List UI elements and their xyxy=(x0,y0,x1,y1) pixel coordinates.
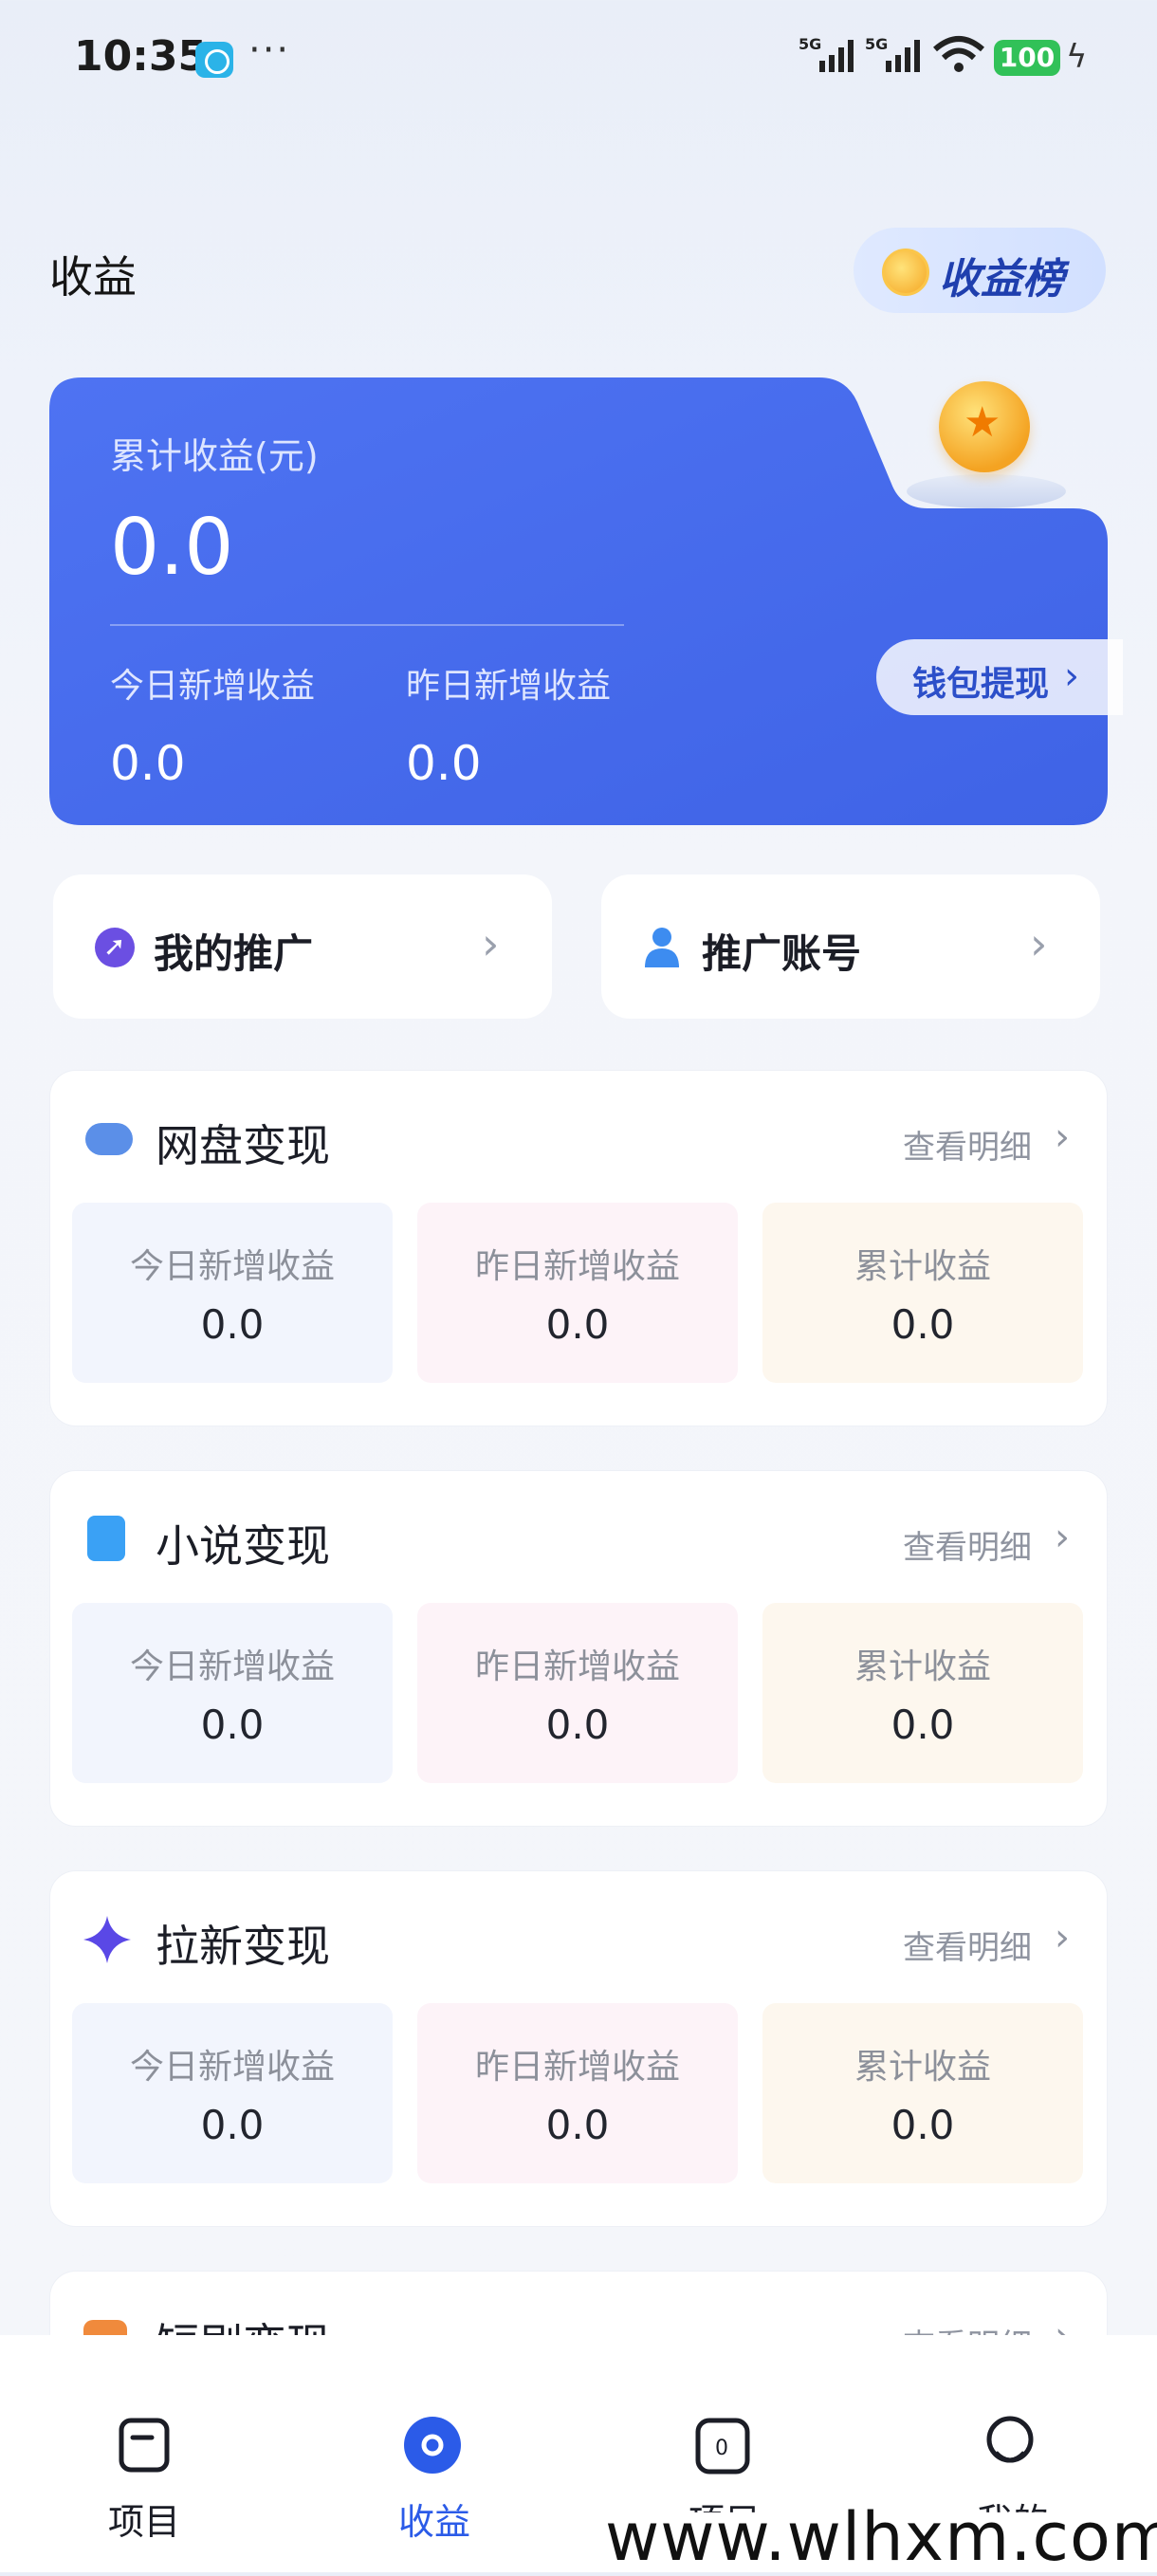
today-label: 今日新增收益 xyxy=(129,1647,335,1686)
yesterday-label: 昨日新增收益 xyxy=(474,2048,680,2087)
view-details-link[interactable]: 查看明细 xyxy=(903,1922,1032,1968)
chevron-right-icon: › xyxy=(1055,1916,1070,1960)
today-value: 0.0 xyxy=(200,1702,265,1748)
nav-projects-label[interactable]: 项目 xyxy=(108,2493,180,2545)
total-label: 累计收益 xyxy=(854,1247,991,1286)
cellular-signal-icon-2: 5G xyxy=(865,35,920,72)
today-earnings-value: 0.0 xyxy=(110,736,186,791)
net-label-2: 5G xyxy=(865,35,888,53)
total-label: 累计收益 xyxy=(854,2048,991,2087)
total-label: 累计收益 xyxy=(854,1647,991,1686)
section-title: 拉新变现 xyxy=(156,1921,330,1972)
chevron-right-icon: › xyxy=(1055,1516,1070,1559)
projects-icon[interactable] xyxy=(118,2417,171,2474)
yesterday-value: 0.0 xyxy=(545,2102,610,2148)
section-title: 网盘变现 xyxy=(156,1120,330,1171)
watermark: www.wlhxm.com xyxy=(605,2498,1157,2576)
view-details-link[interactable]: 查看明细 xyxy=(903,1521,1032,1568)
today-earnings-tile xyxy=(72,1203,393,1383)
total-earnings-tile xyxy=(762,1203,1083,1383)
more-notifications-icon: ··· xyxy=(248,28,291,72)
yesterday-earnings-value: 0.0 xyxy=(406,736,482,791)
cumulative-earnings-label: 累计收益(元) xyxy=(110,435,319,477)
nav-earnings-label[interactable]: 收益 xyxy=(398,2493,470,2545)
yesterday-label: 昨日新增收益 xyxy=(474,1247,680,1286)
user-icon xyxy=(645,928,679,967)
book-icon xyxy=(87,1516,125,1561)
earnings-ranking-label: 收益榜 xyxy=(939,255,1064,304)
coin-pedestal xyxy=(907,474,1066,508)
svg-text:0: 0 xyxy=(715,2437,728,2460)
yesterday-earnings-label: 昨日新增收益 xyxy=(406,667,612,706)
profile-icon[interactable] xyxy=(981,2415,1039,2481)
yesterday-earnings-tile xyxy=(417,1203,738,1383)
view-details-link[interactable]: 查看明细 xyxy=(903,1121,1032,1168)
yesterday-earnings-tile xyxy=(417,1603,738,1783)
app-notification-icon xyxy=(195,42,233,78)
chevron-right-icon: › xyxy=(482,918,500,969)
cloud-upload-icon xyxy=(85,1123,133,1155)
total-earnings-tile xyxy=(762,1603,1083,1783)
today-earnings-tile xyxy=(72,2003,393,2183)
charging-icon: ϟ xyxy=(1066,38,1088,76)
gold-coin-icon xyxy=(939,381,1030,472)
chevron-right-icon: › xyxy=(1055,1115,1070,1159)
yesterday-label: 昨日新增收益 xyxy=(474,1647,680,1686)
section-title: 小说变现 xyxy=(156,1520,330,1572)
yesterday-value: 0.0 xyxy=(545,1301,610,1348)
total-value: 0.0 xyxy=(891,1702,955,1748)
battery-indicator: 100 xyxy=(994,40,1060,76)
cumulative-earnings-value: 0.0 xyxy=(110,503,234,593)
cellular-signal-icon: 5G xyxy=(799,35,854,72)
my-promotion-label: 我的推广 xyxy=(154,930,314,977)
wifi-icon xyxy=(933,36,984,72)
today-label: 今日新增收益 xyxy=(129,2048,335,2087)
today-label: 今日新增收益 xyxy=(129,1247,335,1286)
sparkle-icon xyxy=(83,1916,131,1963)
tasks-icon[interactable]: 0 xyxy=(694,2417,751,2475)
total-value: 0.0 xyxy=(891,1301,955,1348)
net-label-1: 5G xyxy=(799,35,821,53)
promotion-account-label: 推广账号 xyxy=(702,930,862,977)
chevron-right-icon: › xyxy=(1064,654,1079,698)
total-value: 0.0 xyxy=(891,2102,955,2148)
yesterday-value: 0.0 xyxy=(545,1702,610,1748)
today-value: 0.0 xyxy=(200,2102,265,2148)
divider xyxy=(110,624,624,626)
wallet-withdraw-label: 钱包提现 xyxy=(912,665,1050,704)
earnings-tab-icon[interactable] xyxy=(402,2415,463,2475)
total-earnings-tile xyxy=(762,2003,1083,2183)
today-earnings-tile xyxy=(72,1603,393,1783)
today-value: 0.0 xyxy=(200,1301,265,1348)
share-arrow-icon xyxy=(95,928,135,967)
yesterday-earnings-tile xyxy=(417,2003,738,2183)
today-earnings-label: 今日新增收益 xyxy=(110,667,316,706)
chevron-right-icon: › xyxy=(1030,918,1048,969)
status-time: 10:35 xyxy=(74,32,208,81)
coin-icon xyxy=(882,248,929,296)
page-title: 收益 xyxy=(49,251,137,303)
